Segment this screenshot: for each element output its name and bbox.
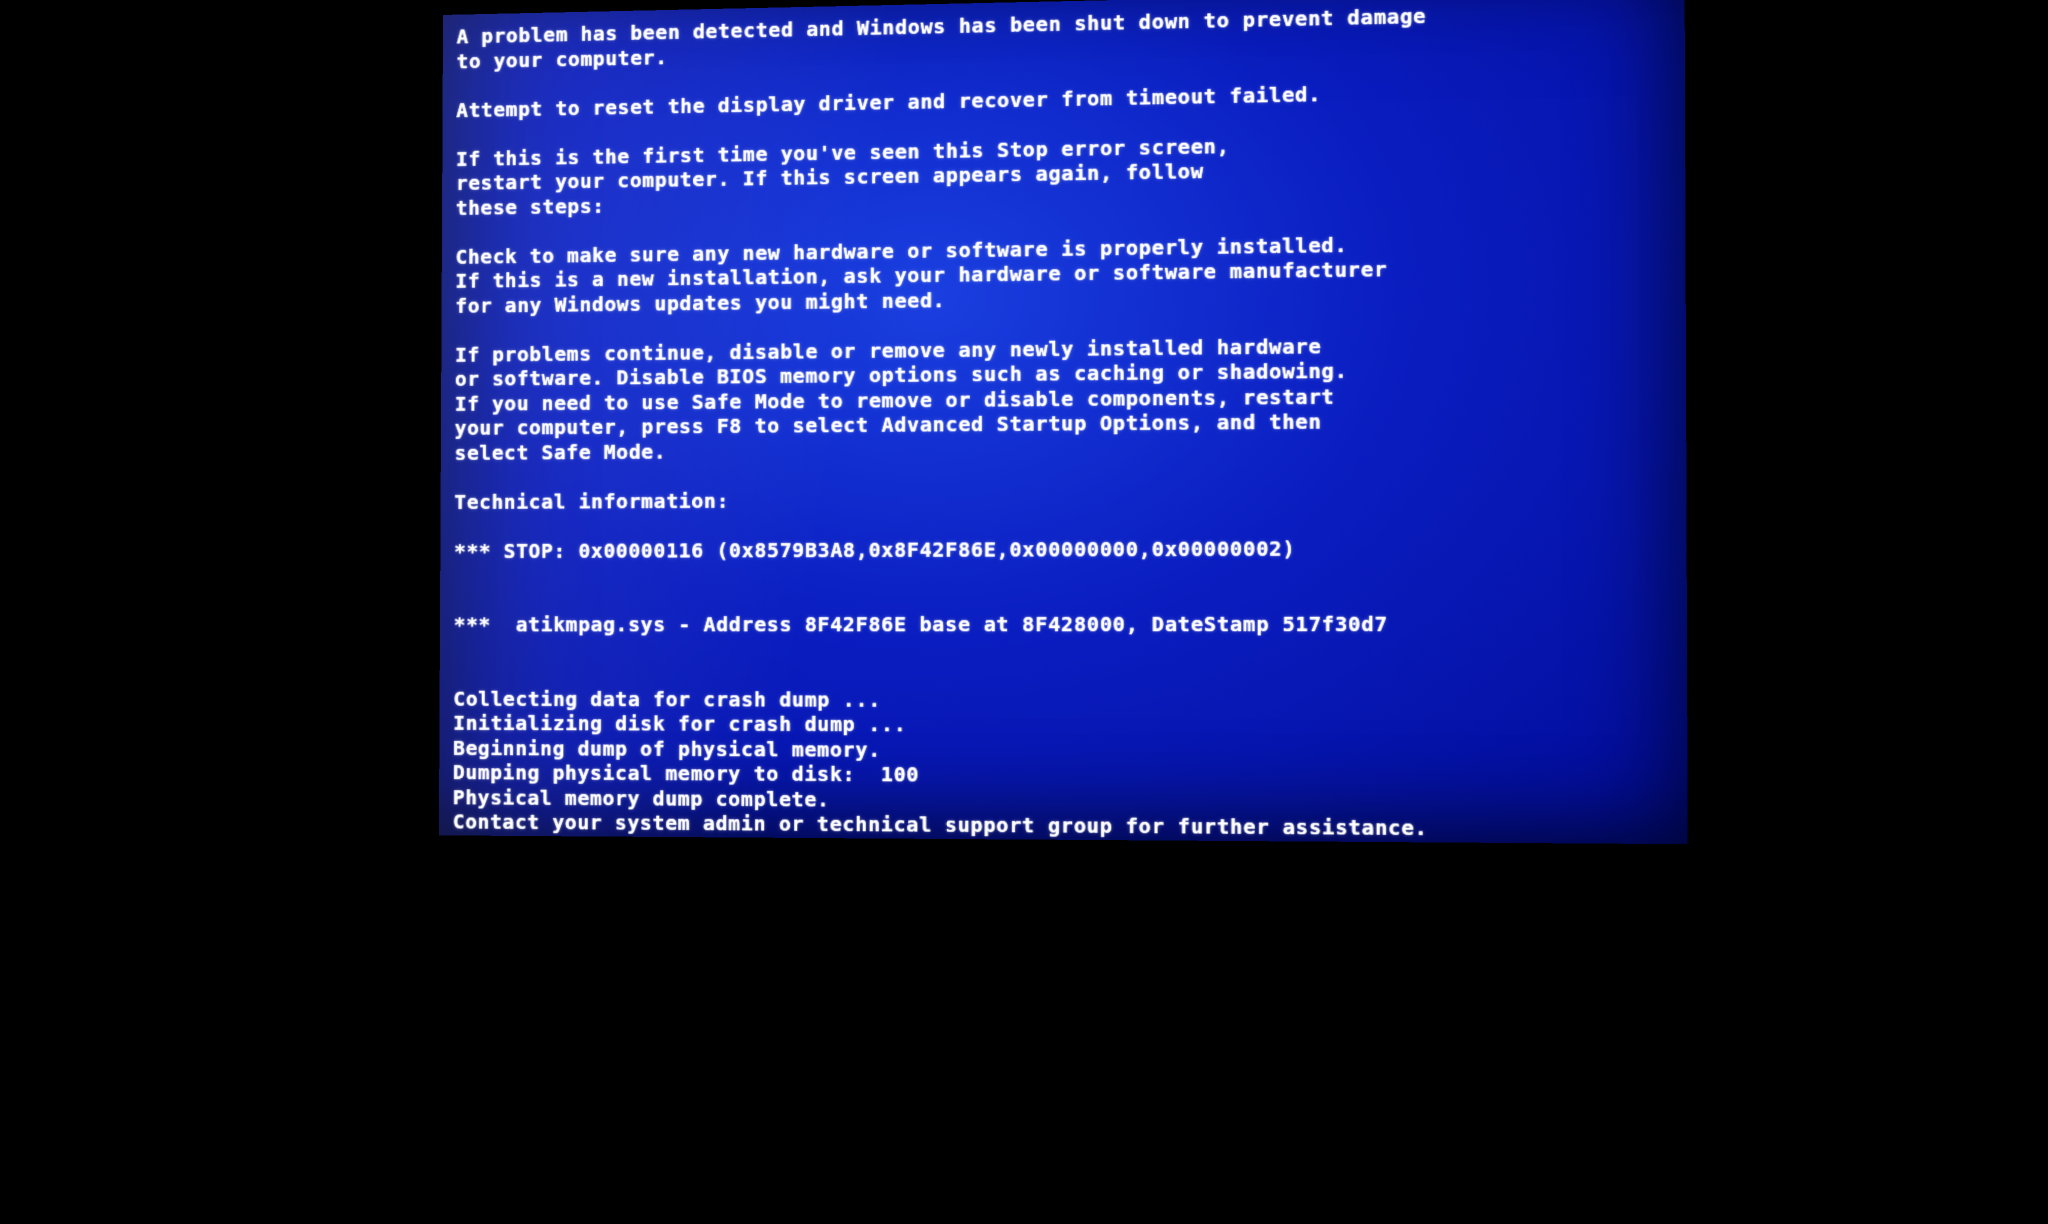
bsod-dump-line-3: Beginning dump of physical memory. bbox=[453, 735, 881, 761]
monitor-photo-frame: A problem has been detected and Windows … bbox=[321, 0, 1727, 840]
bsod-stop-line: *** STOP: 0x00000116 (0x8579B3A8,0x8F42F… bbox=[454, 536, 1295, 563]
bsod-dump-line-1: Collecting data for crash dump ... bbox=[453, 686, 881, 711]
bsod-error-message: Attempt to reset the display driver and … bbox=[456, 81, 1321, 122]
bsod-if-problems: If problems continue, disable or remove … bbox=[454, 333, 1347, 464]
bsod-dump-line-5: Physical memory dump complete. bbox=[453, 785, 830, 811]
bsod-first-time: If this is the first time you've seen th… bbox=[456, 133, 1230, 219]
bsod-contact-line: Contact your system admin or technical s… bbox=[453, 809, 1428, 840]
bsod-dump-line-4: Dumping physical memory to disk: 100 bbox=[453, 760, 919, 787]
bsod-screen: A problem has been detected and Windows … bbox=[439, 0, 1688, 844]
bsod-dump-line-2: Initializing disk for crash dump ... bbox=[453, 711, 906, 737]
bsod-tech-header: Technical information: bbox=[454, 488, 729, 513]
bsod-text-block: A problem has been detected and Windows … bbox=[453, 0, 1673, 843]
bsod-module-line: *** atikmpag.sys - Address 8F42F86E base… bbox=[454, 612, 1388, 637]
bsod-check-hw: Check to make sure any new hardware or s… bbox=[455, 232, 1387, 317]
bsod-intro: A problem has been detected and Windows … bbox=[456, 3, 1426, 72]
